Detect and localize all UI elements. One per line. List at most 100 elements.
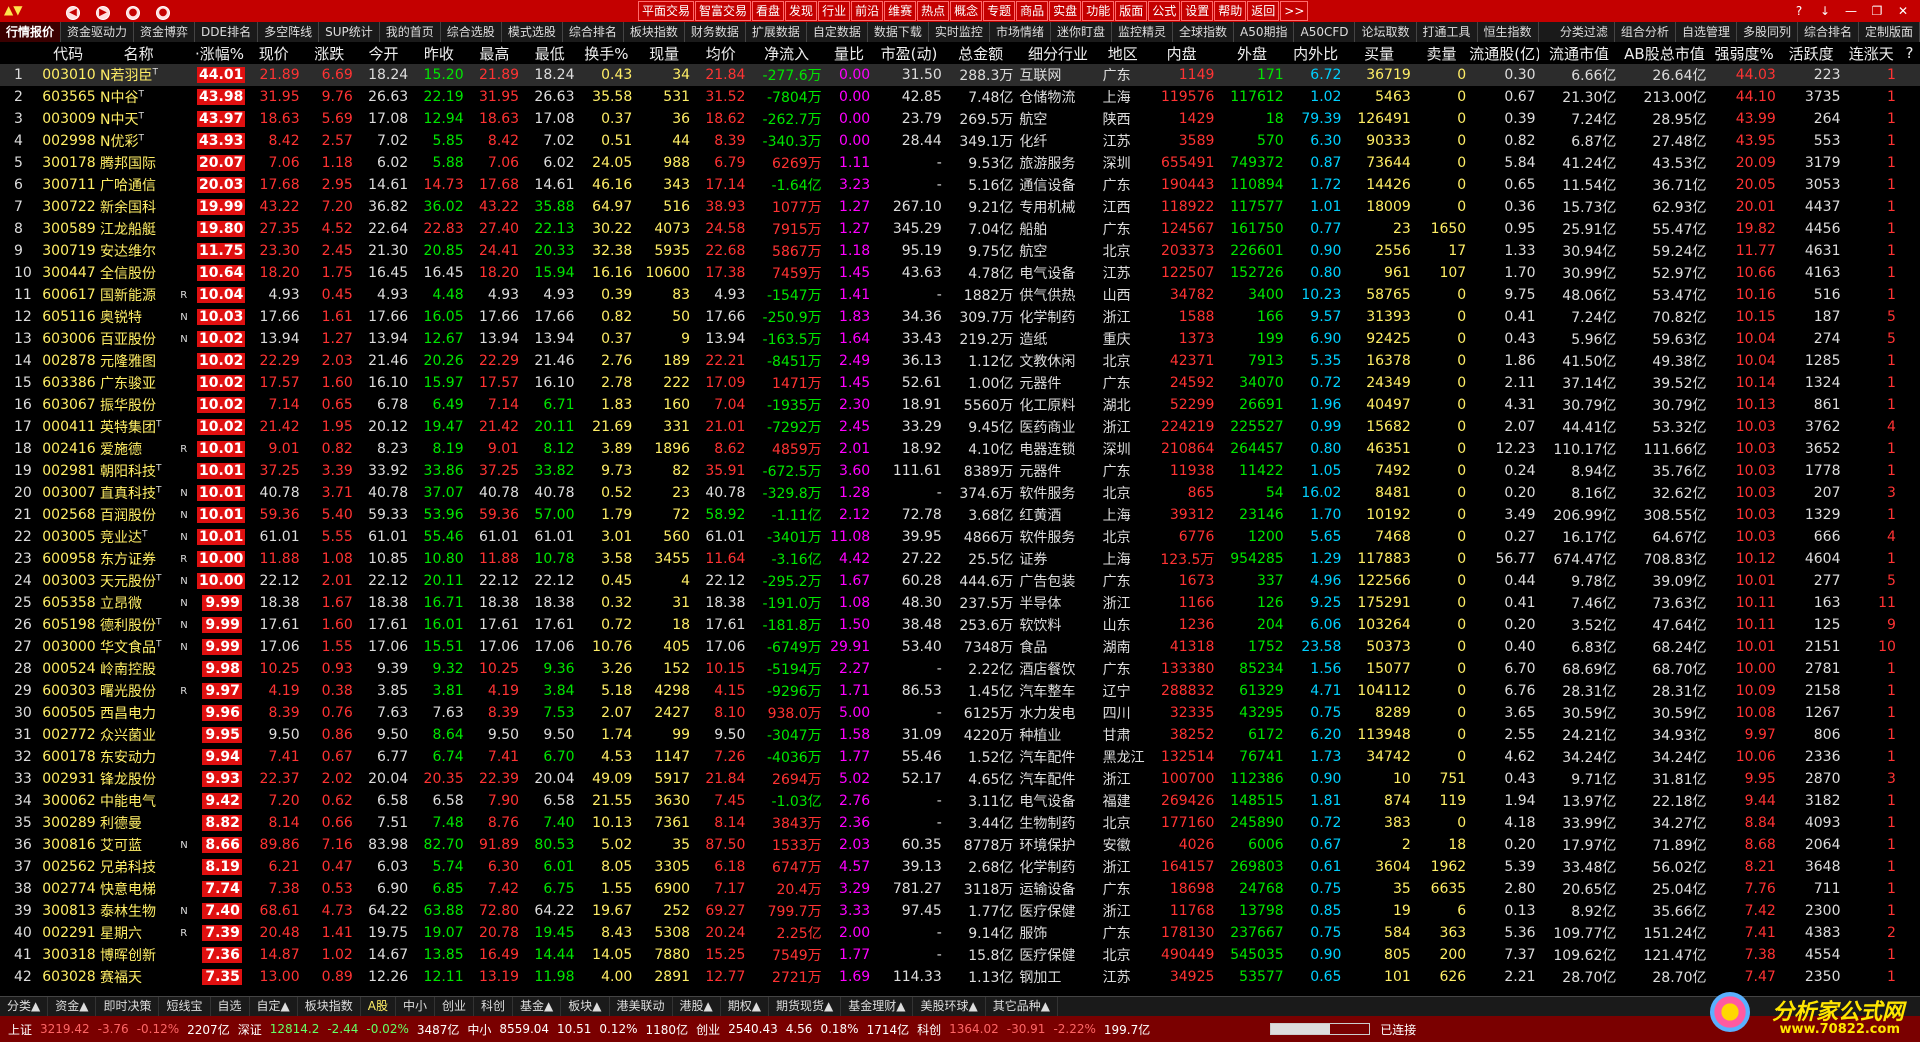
table-row[interactable]: 26 605198 德利股份T N 9.99 17.61 1.60 17.61 16.01 17.… xyxy=(0,614,1920,636)
table-row[interactable]: 11 600617 国新能源 R 10.04 4.93 0.45 4.93 4.48 4.93 4.… xyxy=(0,284,1920,306)
bottom-tab[interactable]: 基金▲ xyxy=(513,997,562,1016)
table-row[interactable]: 15 603386 广东骏亚 10.02 17.57 1.60 16.10 15.97 17.5… xyxy=(0,372,1920,394)
tab-item-right[interactable]: 综合排名 xyxy=(1798,22,1859,42)
column-header[interactable]: 今开 xyxy=(355,42,412,64)
table-row[interactable]: 14 002878 元隆雅图 10.02 22.29 2.03 21.46 20.26 22.2… xyxy=(0,350,1920,372)
table-row[interactable]: 41 300318 博晖创新 7.36 14.87 1.02 14.67 13.85 16.49… xyxy=(0,944,1920,966)
bottom-tab[interactable]: 基金理财▲ xyxy=(841,997,914,1016)
tab-item-right[interactable]: 多股同列 xyxy=(1737,22,1798,42)
bottom-tab[interactable]: 期权▲ xyxy=(721,997,769,1016)
bottom-tab[interactable]: 自选 xyxy=(211,997,250,1016)
column-header[interactable]: 连涨天 xyxy=(1843,42,1899,64)
column-header[interactable] xyxy=(0,42,40,64)
forward-icon[interactable]: ▶ xyxy=(96,6,110,20)
column-header[interactable]: 现量 xyxy=(635,42,694,64)
tab-item[interactable]: 迷你盯盘 xyxy=(1051,22,1112,42)
restore-icon[interactable]: ❐ xyxy=(1864,2,1890,20)
column-header[interactable]: 市盈(动) xyxy=(873,42,945,64)
bottom-tab[interactable]: 港股▲ xyxy=(673,997,721,1016)
top-menu-item[interactable]: 维赛 xyxy=(884,1,917,21)
table-row[interactable]: 7 300722 新余国科 19.99 43.22 7.20 36.82 36.02 43.22… xyxy=(0,196,1920,218)
table-row[interactable]: 1 003010 N若羽臣T 44.01 21.89 6.69 18.24 15.20 21.8… xyxy=(0,64,1920,86)
bottom-tab[interactable]: 分类▲ xyxy=(0,997,49,1016)
bottom-tab[interactable]: 短线宝 xyxy=(159,997,211,1016)
table-row[interactable]: 3 003009 N中天T 43.97 18.63 5.69 17.08 12.94 18.63… xyxy=(0,108,1920,130)
tab-item[interactable]: 资金博弈 xyxy=(134,22,196,42)
bottom-tab[interactable]: A股 xyxy=(361,997,396,1016)
top-menu-item[interactable]: 返回 xyxy=(1247,1,1280,21)
tab-item-right[interactable]: 定制版面 xyxy=(1859,22,1920,42)
tab-item-right[interactable]: 自选管理 xyxy=(1676,22,1737,42)
top-menu-item[interactable]: 专题 xyxy=(983,1,1016,21)
table-row[interactable]: 6 300711 广哈通信 20.03 17.68 2.95 14.61 14.73 17.68… xyxy=(0,174,1920,196)
table-row[interactable]: 19 002981 朝阳科技T 10.01 37.25 3.39 33.92 33.86 37.… xyxy=(0,460,1920,482)
column-header[interactable]: ? xyxy=(1898,42,1920,64)
table-row[interactable]: 4 002998 N优彩T 43.93 8.42 2.57 7.02 5.85 8.42 7.02… xyxy=(0,130,1920,152)
bottom-tab[interactable]: 美股环球▲ xyxy=(913,997,986,1016)
table-row[interactable]: 8 300589 江龙船艇 19.80 27.35 4.52 22.64 22.83 27.40… xyxy=(0,218,1920,240)
stop-icon[interactable]: ● xyxy=(156,6,170,20)
column-header[interactable]: 换手% xyxy=(577,42,636,64)
table-row[interactable]: 13 603006 百亚股份 N 10.02 13.94 1.27 13.94 12.67 13.… xyxy=(0,328,1920,350)
top-menu-item[interactable]: >> xyxy=(1280,1,1309,21)
column-header[interactable]: AB股总市值 xyxy=(1619,42,1710,64)
column-header[interactable]: 地区 xyxy=(1099,42,1146,64)
table-row[interactable]: 28 000524 岭南控股 9.98 10.25 0.93 9.39 9.32 10.25 9.… xyxy=(0,658,1920,680)
table-row[interactable]: 23 600958 东方证券 R 10.00 11.88 1.08 10.85 10.80 11.… xyxy=(0,548,1920,570)
column-header[interactable]: 最低 xyxy=(522,42,578,64)
table-row[interactable]: 2 603565 N中谷T 43.98 31.95 9.76 26.63 22.19 31.95… xyxy=(0,86,1920,108)
download-icon[interactable]: ↓ xyxy=(1812,2,1838,20)
table-row[interactable]: 21 002568 百润股份 N 10.01 59.36 5.40 59.33 53.96 59.… xyxy=(0,504,1920,526)
bottom-tab[interactable]: 板块指数 xyxy=(298,997,361,1016)
table-row[interactable]: 9 300719 安达维尔 11.75 23.30 2.45 21.30 20.85 24.41… xyxy=(0,240,1920,262)
column-header[interactable] xyxy=(180,42,195,64)
top-menu-item[interactable]: 功能 xyxy=(1082,1,1115,21)
table-row[interactable]: 35 300289 利德曼 8.82 8.14 0.66 7.51 7.48 8.76 7.40 1… xyxy=(0,812,1920,834)
app-logo-icon[interactable]: ▲▼ xyxy=(4,3,32,19)
table-row[interactable]: 37 002562 兄弟科技 8.19 6.21 0.47 6.03 5.74 6.30 6.01… xyxy=(0,856,1920,878)
table-row[interactable]: 34 300062 中能电气 9.42 7.20 0.62 6.58 6.58 7.90 6.58… xyxy=(0,790,1920,812)
tab-item[interactable]: A50CFD xyxy=(1294,22,1356,42)
bottom-tab[interactable]: 期货现货▲ xyxy=(769,997,842,1016)
top-menu-item[interactable]: 行业 xyxy=(818,1,851,21)
top-menu-item[interactable]: 概念 xyxy=(950,1,983,21)
top-menu-item[interactable]: 看盘 xyxy=(752,1,785,21)
tab-item[interactable]: 市场情绪 xyxy=(990,22,1051,42)
tab-item[interactable]: A50期指 xyxy=(1234,22,1295,42)
top-menu-item[interactable]: 设置 xyxy=(1181,1,1214,21)
bottom-tab[interactable]: 其它品种▲ xyxy=(986,997,1058,1016)
table-row[interactable]: 5 300178 腾邦国际 20.07 7.06 1.18 6.02 5.88 7.06 6.02… xyxy=(0,152,1920,174)
column-header[interactable]: 最高 xyxy=(466,42,523,64)
table-row[interactable]: 39 300813 泰林生物 N 7.40 68.61 4.73 64.22 63.88 72.8… xyxy=(0,900,1920,922)
table-row[interactable]: 20 003007 直真科技T N 10.01 40.78 3.71 40.78 37.07 40… xyxy=(0,482,1920,504)
table-row[interactable]: 36 300816 艾可蓝 N 8.66 89.86 7.16 83.98 82.70 91.89… xyxy=(0,834,1920,856)
bottom-tab[interactable]: 创业 xyxy=(435,997,475,1016)
column-header[interactable]: 代码 xyxy=(39,42,98,64)
column-header[interactable]: 内外比 xyxy=(1286,42,1345,64)
table-row[interactable]: 16 603067 振华股份 10.02 7.14 0.65 6.78 6.49 7.14 6.7… xyxy=(0,394,1920,416)
column-header[interactable]: 涨跌 xyxy=(302,42,356,64)
top-menu-item[interactable]: 智富交易 xyxy=(695,1,752,21)
column-header[interactable]: 总金额 xyxy=(944,42,1017,64)
top-menu-item[interactable]: 版面 xyxy=(1115,1,1148,21)
top-menu-item[interactable]: 帮助 xyxy=(1214,1,1247,21)
table-row[interactable]: 27 003000 华文食品T N 9.99 17.06 1.55 17.06 15.51 17.… xyxy=(0,636,1920,658)
table-row[interactable]: 31 002772 众兴菌业 9.95 9.50 0.86 9.50 8.64 9.50 9.50… xyxy=(0,724,1920,746)
column-header[interactable]: 均价 xyxy=(693,42,749,64)
column-header[interactable]: ·涨幅% xyxy=(194,42,245,64)
tab-item[interactable]: 实时监控 xyxy=(929,22,990,42)
help-icon[interactable]: ? xyxy=(1786,2,1812,20)
top-menu-item[interactable]: 实盘 xyxy=(1049,1,1082,21)
column-header[interactable]: 净流入 xyxy=(748,42,825,64)
table-row[interactable]: 24 003003 天元股份T N 10.00 22.12 2.01 22.12 20.11 22… xyxy=(0,570,1920,592)
table-row[interactable]: 25 605358 立昂微 N 9.99 18.38 1.67 18.38 16.71 18.38… xyxy=(0,592,1920,614)
table-row[interactable]: 12 605116 奥锐特 N 10.03 17.66 1.61 17.66 16.05 17.6… xyxy=(0,306,1920,328)
bottom-tab[interactable]: 科创 xyxy=(474,997,514,1016)
tab-item[interactable]: 自定数据 xyxy=(807,22,868,42)
column-header[interactable]: 流通市值 xyxy=(1538,42,1620,64)
tab-item[interactable]: 全球指数 xyxy=(1173,22,1234,42)
top-menu-item[interactable]: 热点 xyxy=(917,1,950,21)
tab-item[interactable]: 打通工具 xyxy=(1417,22,1478,42)
top-menu-item[interactable]: 商品 xyxy=(1016,1,1049,21)
tab-item-right[interactable]: 组合分析 xyxy=(1615,22,1676,42)
